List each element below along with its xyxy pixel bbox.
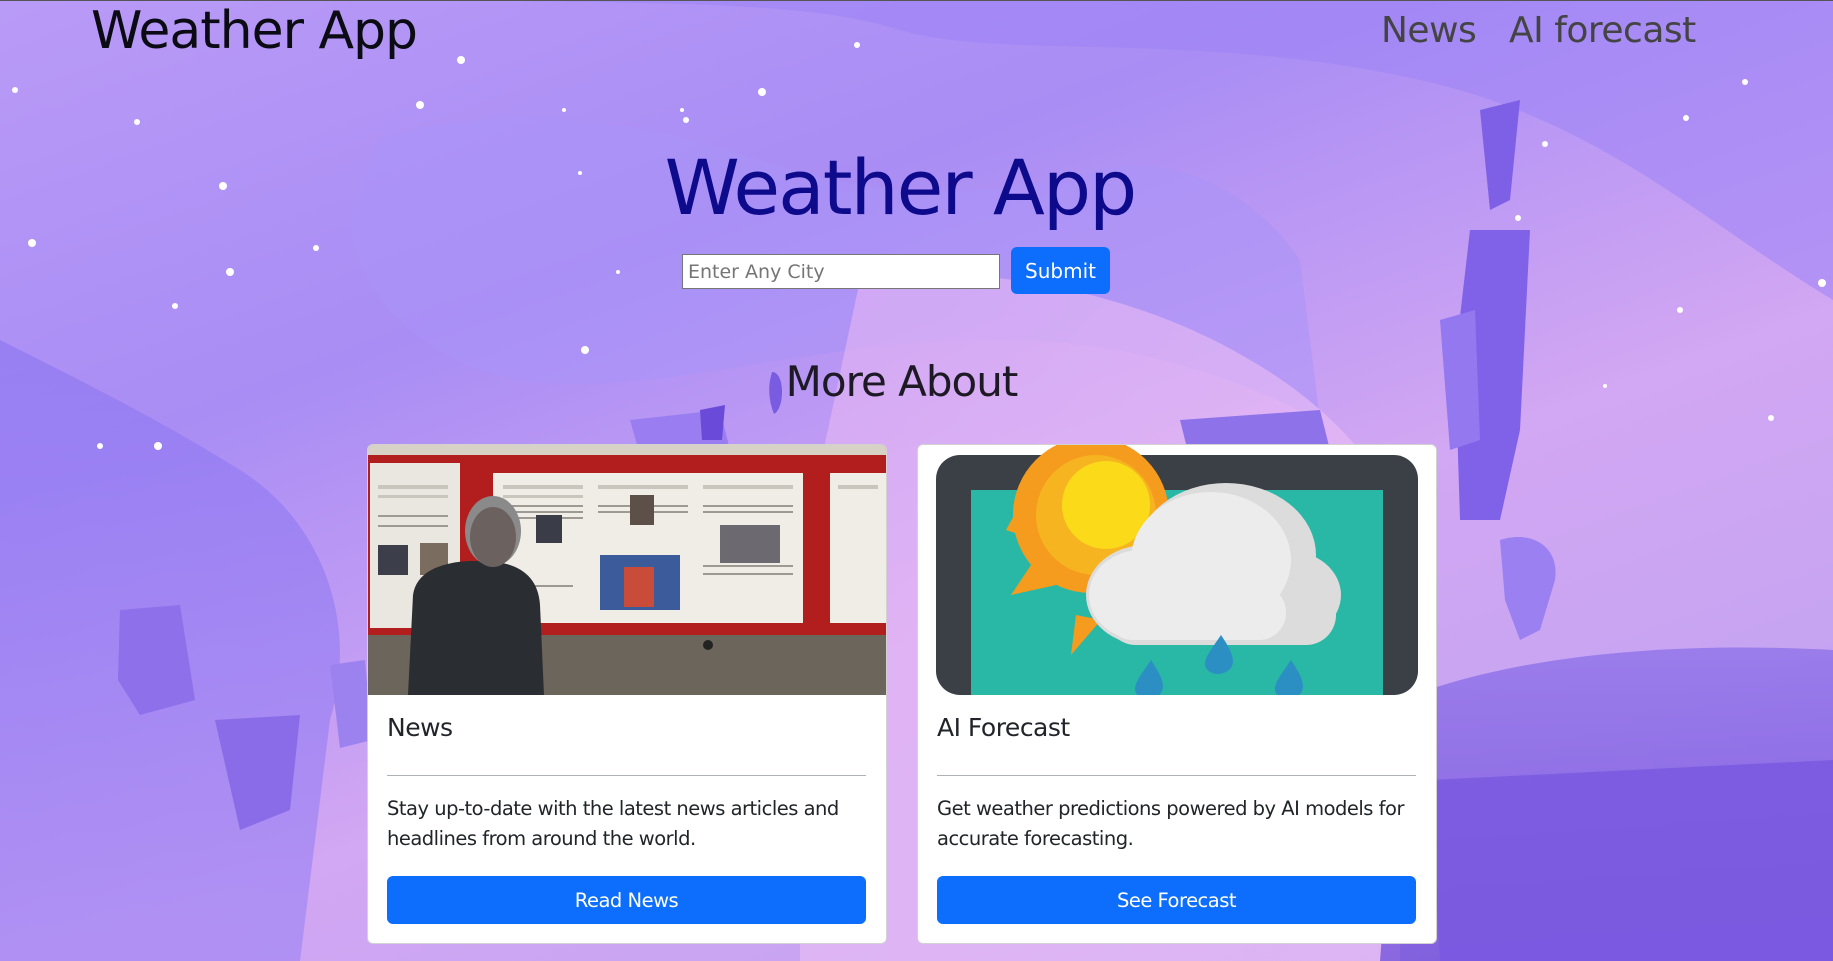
- weather-screen-illustration: [936, 445, 1418, 695]
- news-card: News Stay up-to-date with the latest new…: [367, 444, 887, 944]
- brand-logo-text[interactable]: Weather App: [91, 1, 418, 61]
- nav-link-ai-forecast[interactable]: AI forecast: [1509, 9, 1696, 53]
- city-search-input[interactable]: [682, 254, 1000, 289]
- section-title: More About: [785, 357, 1019, 406]
- ai-forecast-card-image: [936, 445, 1418, 695]
- ai-forecast-card: AI Forecast Get weather predictions powe…: [917, 444, 1437, 944]
- divider: [937, 775, 1416, 776]
- card-description: Stay up-to-date with the latest news art…: [387, 797, 839, 850]
- nav-link-news[interactable]: News: [1381, 9, 1477, 53]
- page-title: Weather App: [664, 143, 1138, 232]
- see-forecast-button[interactable]: See Forecast: [937, 876, 1416, 924]
- card-title: News: [387, 713, 453, 742]
- submit-button[interactable]: Submit: [1011, 247, 1110, 294]
- news-card-image: [368, 445, 886, 695]
- card-description: Get weather predictions powered by AI mo…: [937, 797, 1404, 850]
- newspaper-board-photo: [368, 445, 886, 695]
- card-title: AI Forecast: [937, 713, 1070, 742]
- divider: [387, 775, 866, 776]
- top-navbar: Weather App News AI forecast: [0, 0, 1833, 63]
- read-news-button[interactable]: Read News: [387, 876, 866, 924]
